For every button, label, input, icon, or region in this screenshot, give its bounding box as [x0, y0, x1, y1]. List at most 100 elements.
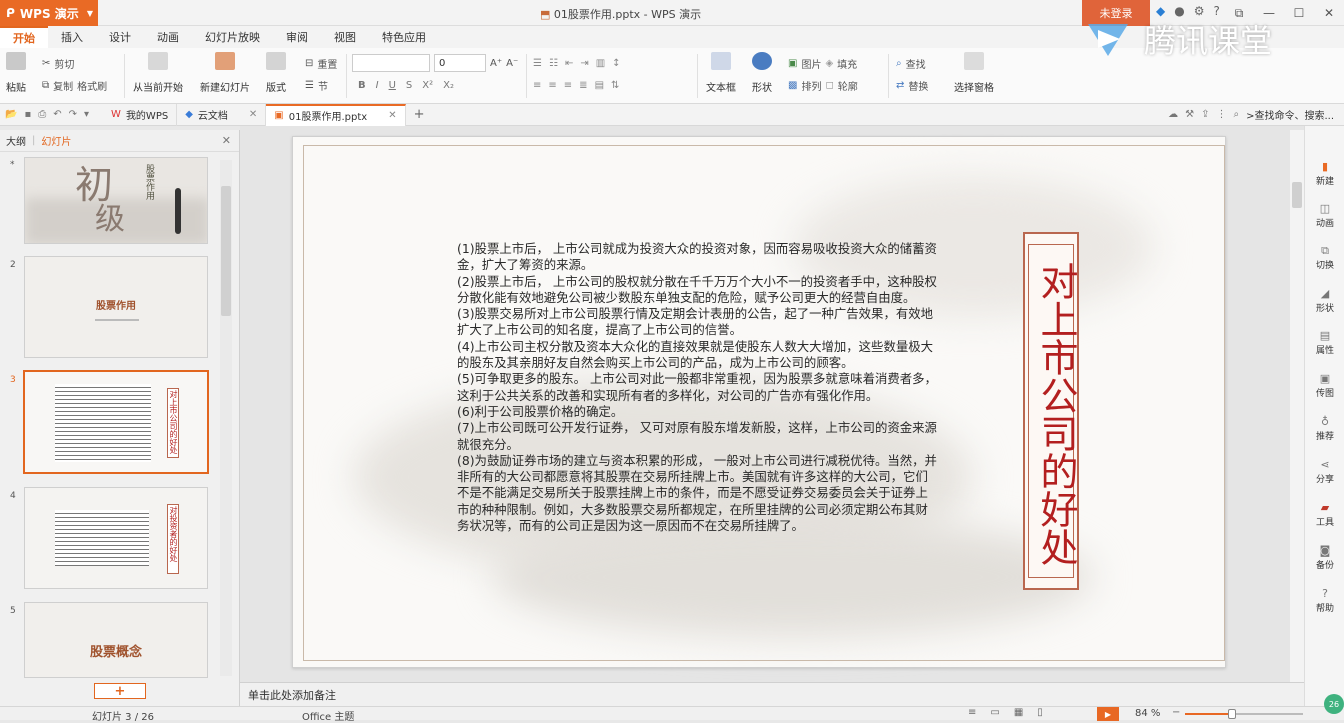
- quick-dropdown-icon[interactable]: ▾: [84, 109, 89, 120]
- subscript-icon[interactable]: X₂: [443, 80, 454, 91]
- save-icon[interactable]: ▪: [24, 109, 31, 120]
- redo-icon[interactable]: ↷: [69, 109, 77, 120]
- italic-icon[interactable]: I: [376, 80, 379, 91]
- sidebar-share[interactable]: ⋖ 分享: [1305, 458, 1344, 485]
- cut-button[interactable]: 剪切: [54, 56, 74, 71]
- fill-button[interactable]: 填充: [837, 56, 857, 71]
- grow-font-icon[interactable]: A⁺: [490, 58, 502, 69]
- maximize-icon[interactable]: ☐: [1284, 0, 1314, 26]
- slide-body-text[interactable]: (1)股票上市后， 上市公司就成为投资大众的投资对象，因而容易吸收投资大众的储蓄…: [457, 241, 937, 534]
- textbox-button[interactable]: 文本框: [706, 52, 736, 94]
- strikethrough-icon[interactable]: S: [406, 80, 412, 91]
- select-pane-button[interactable]: 选择窗格: [954, 52, 994, 94]
- replace-button[interactable]: 替换: [908, 78, 928, 93]
- paste-button[interactable]: 粘贴: [6, 52, 26, 94]
- command-search[interactable]: ☁ ⚒ ⇪ ⋮ ⌕ >查找命令、搜索...: [1168, 107, 1334, 122]
- sidebar-animation[interactable]: ◫ 动画: [1305, 202, 1344, 229]
- tab-slides[interactable]: 幻灯片: [41, 133, 71, 148]
- zoom-slider-knob[interactable]: [1228, 709, 1237, 719]
- new-tab-icon[interactable]: +: [406, 107, 425, 122]
- sidebar-new[interactable]: ▮ 新建: [1305, 160, 1344, 187]
- print-icon[interactable]: ⎙: [38, 109, 46, 120]
- sidebar-help[interactable]: ? 帮助: [1305, 587, 1344, 614]
- format-painter-button[interactable]: 格式刷: [77, 78, 107, 93]
- vertical-title-box[interactable]: 对上市公司的好处: [1023, 232, 1079, 590]
- canvas-scrollbar-thumb[interactable]: [1292, 182, 1302, 208]
- normal-view-icon[interactable]: ▭: [990, 707, 999, 718]
- more-icon[interactable]: ⋮: [1216, 109, 1226, 120]
- justify-icon[interactable]: ≣: [579, 80, 587, 91]
- align-center-icon[interactable]: ≡: [548, 80, 556, 91]
- slide-thumb-1[interactable]: 初 级 股票作用: [24, 157, 208, 244]
- bold-icon[interactable]: B: [358, 80, 366, 91]
- reset-button[interactable]: 重置: [317, 56, 337, 71]
- current-slide[interactable]: (1)股票上市后， 上市公司就成为投资大众的投资对象，因而容易吸收投资大众的储蓄…: [292, 136, 1226, 668]
- section-button[interactable]: 节: [318, 78, 328, 93]
- sidebar-upload-image[interactable]: ▣ 传图: [1305, 372, 1344, 399]
- theme-name[interactable]: Office 主题: [302, 708, 354, 723]
- sidebar-properties[interactable]: ▤ 属性: [1305, 329, 1344, 356]
- share-icon[interactable]: ⇪: [1201, 109, 1209, 120]
- font-size-field[interactable]: 0: [434, 54, 486, 72]
- sidebar-tools[interactable]: ▰ 工具: [1305, 501, 1344, 528]
- tab-special[interactable]: 特色应用: [369, 26, 439, 48]
- columns-icon[interactable]: ▥: [596, 58, 605, 69]
- slide-thumb-3[interactable]: 对上市公司的好处: [23, 370, 209, 474]
- notes-toggle-icon[interactable]: ≡: [968, 707, 976, 718]
- picture-button[interactable]: 图片: [801, 56, 821, 71]
- text-direction-icon[interactable]: ⇅: [611, 80, 619, 91]
- tools-icon[interactable]: ⚒: [1185, 109, 1194, 120]
- sidebar-transition[interactable]: ⧉ 切换: [1305, 244, 1344, 271]
- notes-pane[interactable]: 单击此处添加备注: [240, 682, 1304, 706]
- zoom-out-icon[interactable]: −: [1172, 707, 1180, 718]
- slides-scrollbar-thumb[interactable]: [221, 186, 231, 316]
- arrange-button[interactable]: 排列: [801, 78, 821, 93]
- align-left-icon[interactable]: ≡: [533, 80, 541, 91]
- tab-slideshow[interactable]: 幻灯片放映: [192, 26, 273, 48]
- indent-decrease-icon[interactable]: ⇤: [565, 58, 573, 69]
- superscript-icon[interactable]: X²: [422, 80, 433, 91]
- copy-button[interactable]: 复制: [53, 78, 73, 93]
- slide-thumb-4[interactable]: 对投资者的好处: [24, 487, 208, 589]
- open-icon[interactable]: 📂: [5, 109, 17, 120]
- tab-outline[interactable]: 大纲: [6, 133, 26, 148]
- sidebar-shape[interactable]: ◢ 形状: [1305, 287, 1344, 314]
- bullet-list-icon[interactable]: ☰: [533, 58, 542, 69]
- slide-thumb-2[interactable]: 股票作用: [24, 256, 208, 358]
- sorter-view-icon[interactable]: ▦: [1014, 707, 1023, 718]
- number-list-icon[interactable]: ☷: [549, 58, 558, 69]
- align-right-icon[interactable]: ≡: [564, 80, 572, 91]
- canvas-scrollbar[interactable]: [1290, 130, 1304, 682]
- cloud-sync-icon[interactable]: ☁: [1168, 109, 1178, 120]
- tab-view[interactable]: 视图: [321, 26, 369, 48]
- close-tab-icon[interactable]: ✕: [249, 109, 257, 120]
- reading-view-icon[interactable]: ▯: [1037, 707, 1043, 718]
- distribute-icon[interactable]: ▤: [595, 80, 604, 91]
- tab-document[interactable]: ▣ 01股票作用.pptx ✕: [266, 103, 406, 126]
- find-button[interactable]: 查找: [906, 56, 926, 71]
- add-slide-button[interactable]: +: [94, 683, 146, 699]
- from-current-button[interactable]: 从当前开始: [133, 52, 183, 94]
- indent-increase-icon[interactable]: ⇥: [580, 58, 588, 69]
- underline-icon[interactable]: U: [389, 80, 396, 91]
- tab-insert[interactable]: 插入: [48, 26, 96, 48]
- tab-design[interactable]: 设计: [96, 26, 144, 48]
- shrink-font-icon[interactable]: A⁻: [506, 58, 518, 69]
- tab-home[interactable]: 开始: [0, 26, 48, 48]
- shape-button[interactable]: 形状: [752, 52, 772, 94]
- close-tab-icon[interactable]: ✕: [388, 110, 396, 121]
- font-name-field[interactable]: [352, 54, 430, 72]
- line-spacing-icon[interactable]: ↕: [612, 58, 620, 69]
- zoom-level[interactable]: 84 %: [1135, 708, 1160, 719]
- undo-icon[interactable]: ↶: [53, 109, 61, 120]
- slides-scrollbar[interactable]: [220, 160, 232, 676]
- tab-cloud-docs[interactable]: ◆ 云文档 ✕: [177, 103, 267, 126]
- tab-review[interactable]: 审阅: [273, 26, 321, 48]
- tab-animation[interactable]: 动画: [144, 26, 192, 48]
- app-menu-button[interactable]: ᑭ WPS 演示 ▼: [0, 0, 98, 26]
- outline-button[interactable]: 轮廓: [838, 78, 858, 93]
- panel-close-icon[interactable]: ✕: [222, 134, 231, 147]
- layout-button[interactable]: 版式: [266, 52, 286, 94]
- sidebar-recommend[interactable]: ♁ 推荐: [1305, 415, 1344, 442]
- zoom-slider[interactable]: [1185, 709, 1303, 719]
